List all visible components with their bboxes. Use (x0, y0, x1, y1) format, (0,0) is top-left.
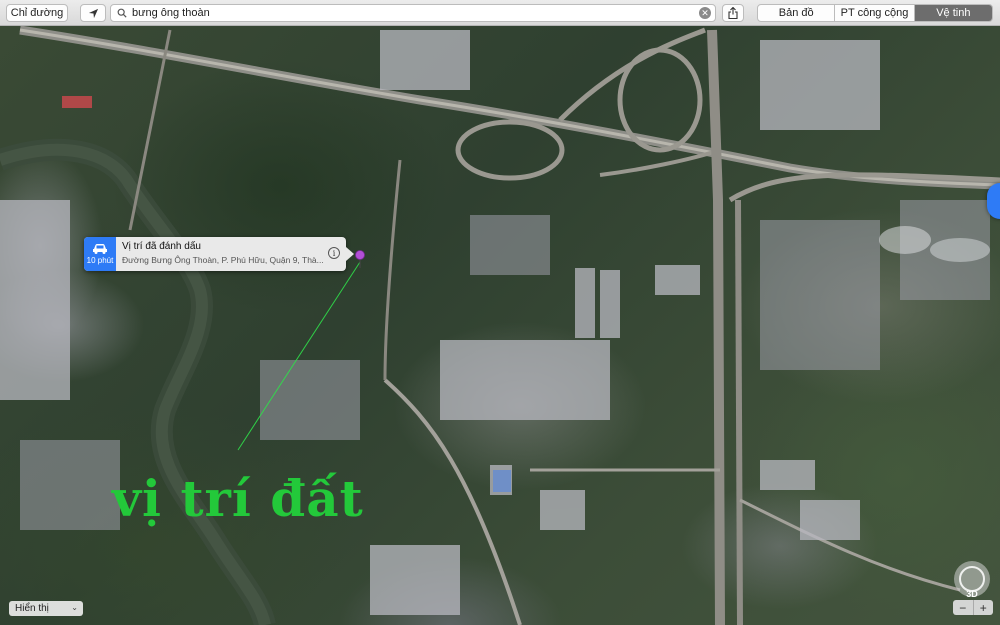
current-location-icon[interactable] (987, 183, 1000, 219)
current-location-button[interactable] (80, 4, 106, 22)
share-button[interactable] (722, 4, 744, 22)
zoom-out-button[interactable]: − (953, 600, 974, 615)
location-arrow-icon (88, 8, 98, 18)
clear-search-icon[interactable]: ✕ (699, 7, 711, 19)
zoom-control: − + (953, 600, 993, 615)
tab-satellite[interactable]: Vệ tinh (914, 5, 992, 21)
toolbar: Chỉ đường bưng ông thoàn ✕ Bản đồ PT côn… (0, 0, 1000, 26)
info-icon[interactable]: i (328, 247, 340, 259)
callout-address: Đường Bưng Ông Thoàn, P. Phú Hữu, Quận 9… (122, 255, 324, 265)
display-menu-label: Hiển thị (15, 603, 49, 614)
search-input[interactable]: bưng ông thoàn (132, 7, 699, 19)
marker-callout[interactable]: 10 phút Vị trí đã đánh dấu Đường Bưng Ôn… (84, 237, 354, 271)
land-location-annotation: vị trí đất (112, 469, 364, 528)
search-icon (114, 5, 130, 21)
map-mode-selector: Bản đồ PT công cộng Vệ tinh (757, 4, 993, 22)
3d-button[interactable]: 3D (962, 588, 982, 600)
tab-map[interactable]: Bản đồ (758, 5, 836, 21)
tab-transit[interactable]: PT công cộng (835, 5, 915, 21)
zoom-in-button[interactable]: + (974, 600, 994, 615)
chevron-down-icon: ⌄ (71, 603, 78, 612)
marker-pin-icon[interactable] (355, 250, 365, 268)
eta-text: 10 phút (86, 256, 114, 265)
map-features (0, 26, 1000, 625)
directions-button[interactable]: Chỉ đường (6, 4, 68, 22)
eta-badge[interactable]: 10 phút (84, 237, 116, 271)
satellite-map[interactable] (0, 26, 1000, 625)
search-field[interactable]: bưng ông thoàn ✕ (110, 4, 716, 22)
callout-title: Vị trí đã đánh dấu (122, 241, 201, 252)
share-icon (728, 7, 738, 19)
display-menu[interactable]: Hiển thị ⌄ (9, 601, 83, 616)
car-icon (93, 244, 107, 254)
